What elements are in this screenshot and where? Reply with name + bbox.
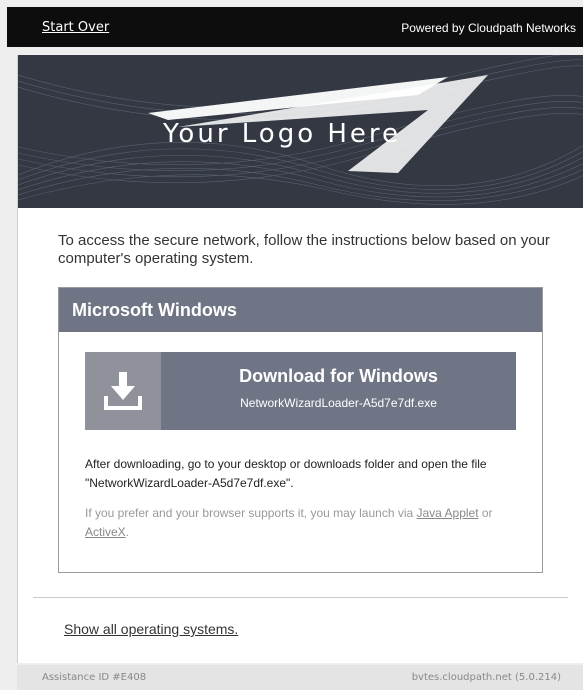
start-over-link[interactable]: Start Over [42,20,109,35]
alt-suffix-text: . [125,525,130,539]
download-label: Download for Windows [239,366,438,386]
host-version: bvtes.cloudpath.net (5.0.214) [411,672,561,683]
os-section: Microsoft Windows Download for Windows N… [58,287,543,573]
download-filename: NetworkWizardLoader-A5d7e7df.exe [240,396,437,410]
show-all-os-link[interactable]: Show all operating systems. [64,621,238,637]
java-applet-link[interactable]: Java Applet [417,506,479,520]
alt-prefix-text: If you prefer and your browser supports … [85,506,417,520]
alt-or-text: or [478,506,493,520]
os-section-title: Microsoft Windows [59,288,542,332]
logo-placeholder-text: Your Logo Here [163,119,402,149]
divider [33,597,568,598]
powered-by-text: Powered by Cloudpath Networks [401,21,576,35]
after-download-instructions: After downloading, go to your desktop or… [85,457,487,490]
alternative-launch-text: If you prefer and your browser supports … [85,504,525,542]
footer: Assistance ID #E408 bvtes.cloudpath.net … [17,665,583,690]
logo-banner: Your Logo Here [18,55,583,208]
assistance-id: Assistance ID #E408 [42,672,147,683]
activex-link[interactable]: ActiveX [85,525,126,539]
download-icon-box [85,352,161,430]
download-icon [104,372,142,410]
top-bar: Start Over Powered by Cloudpath Networks [7,7,583,47]
intro-text: To access the secure network, follow the… [58,232,550,267]
main-card: Your Logo Here To access the secure netw… [17,55,583,663]
download-button[interactable]: Download for Windows NetworkWizardLoader… [85,352,516,430]
